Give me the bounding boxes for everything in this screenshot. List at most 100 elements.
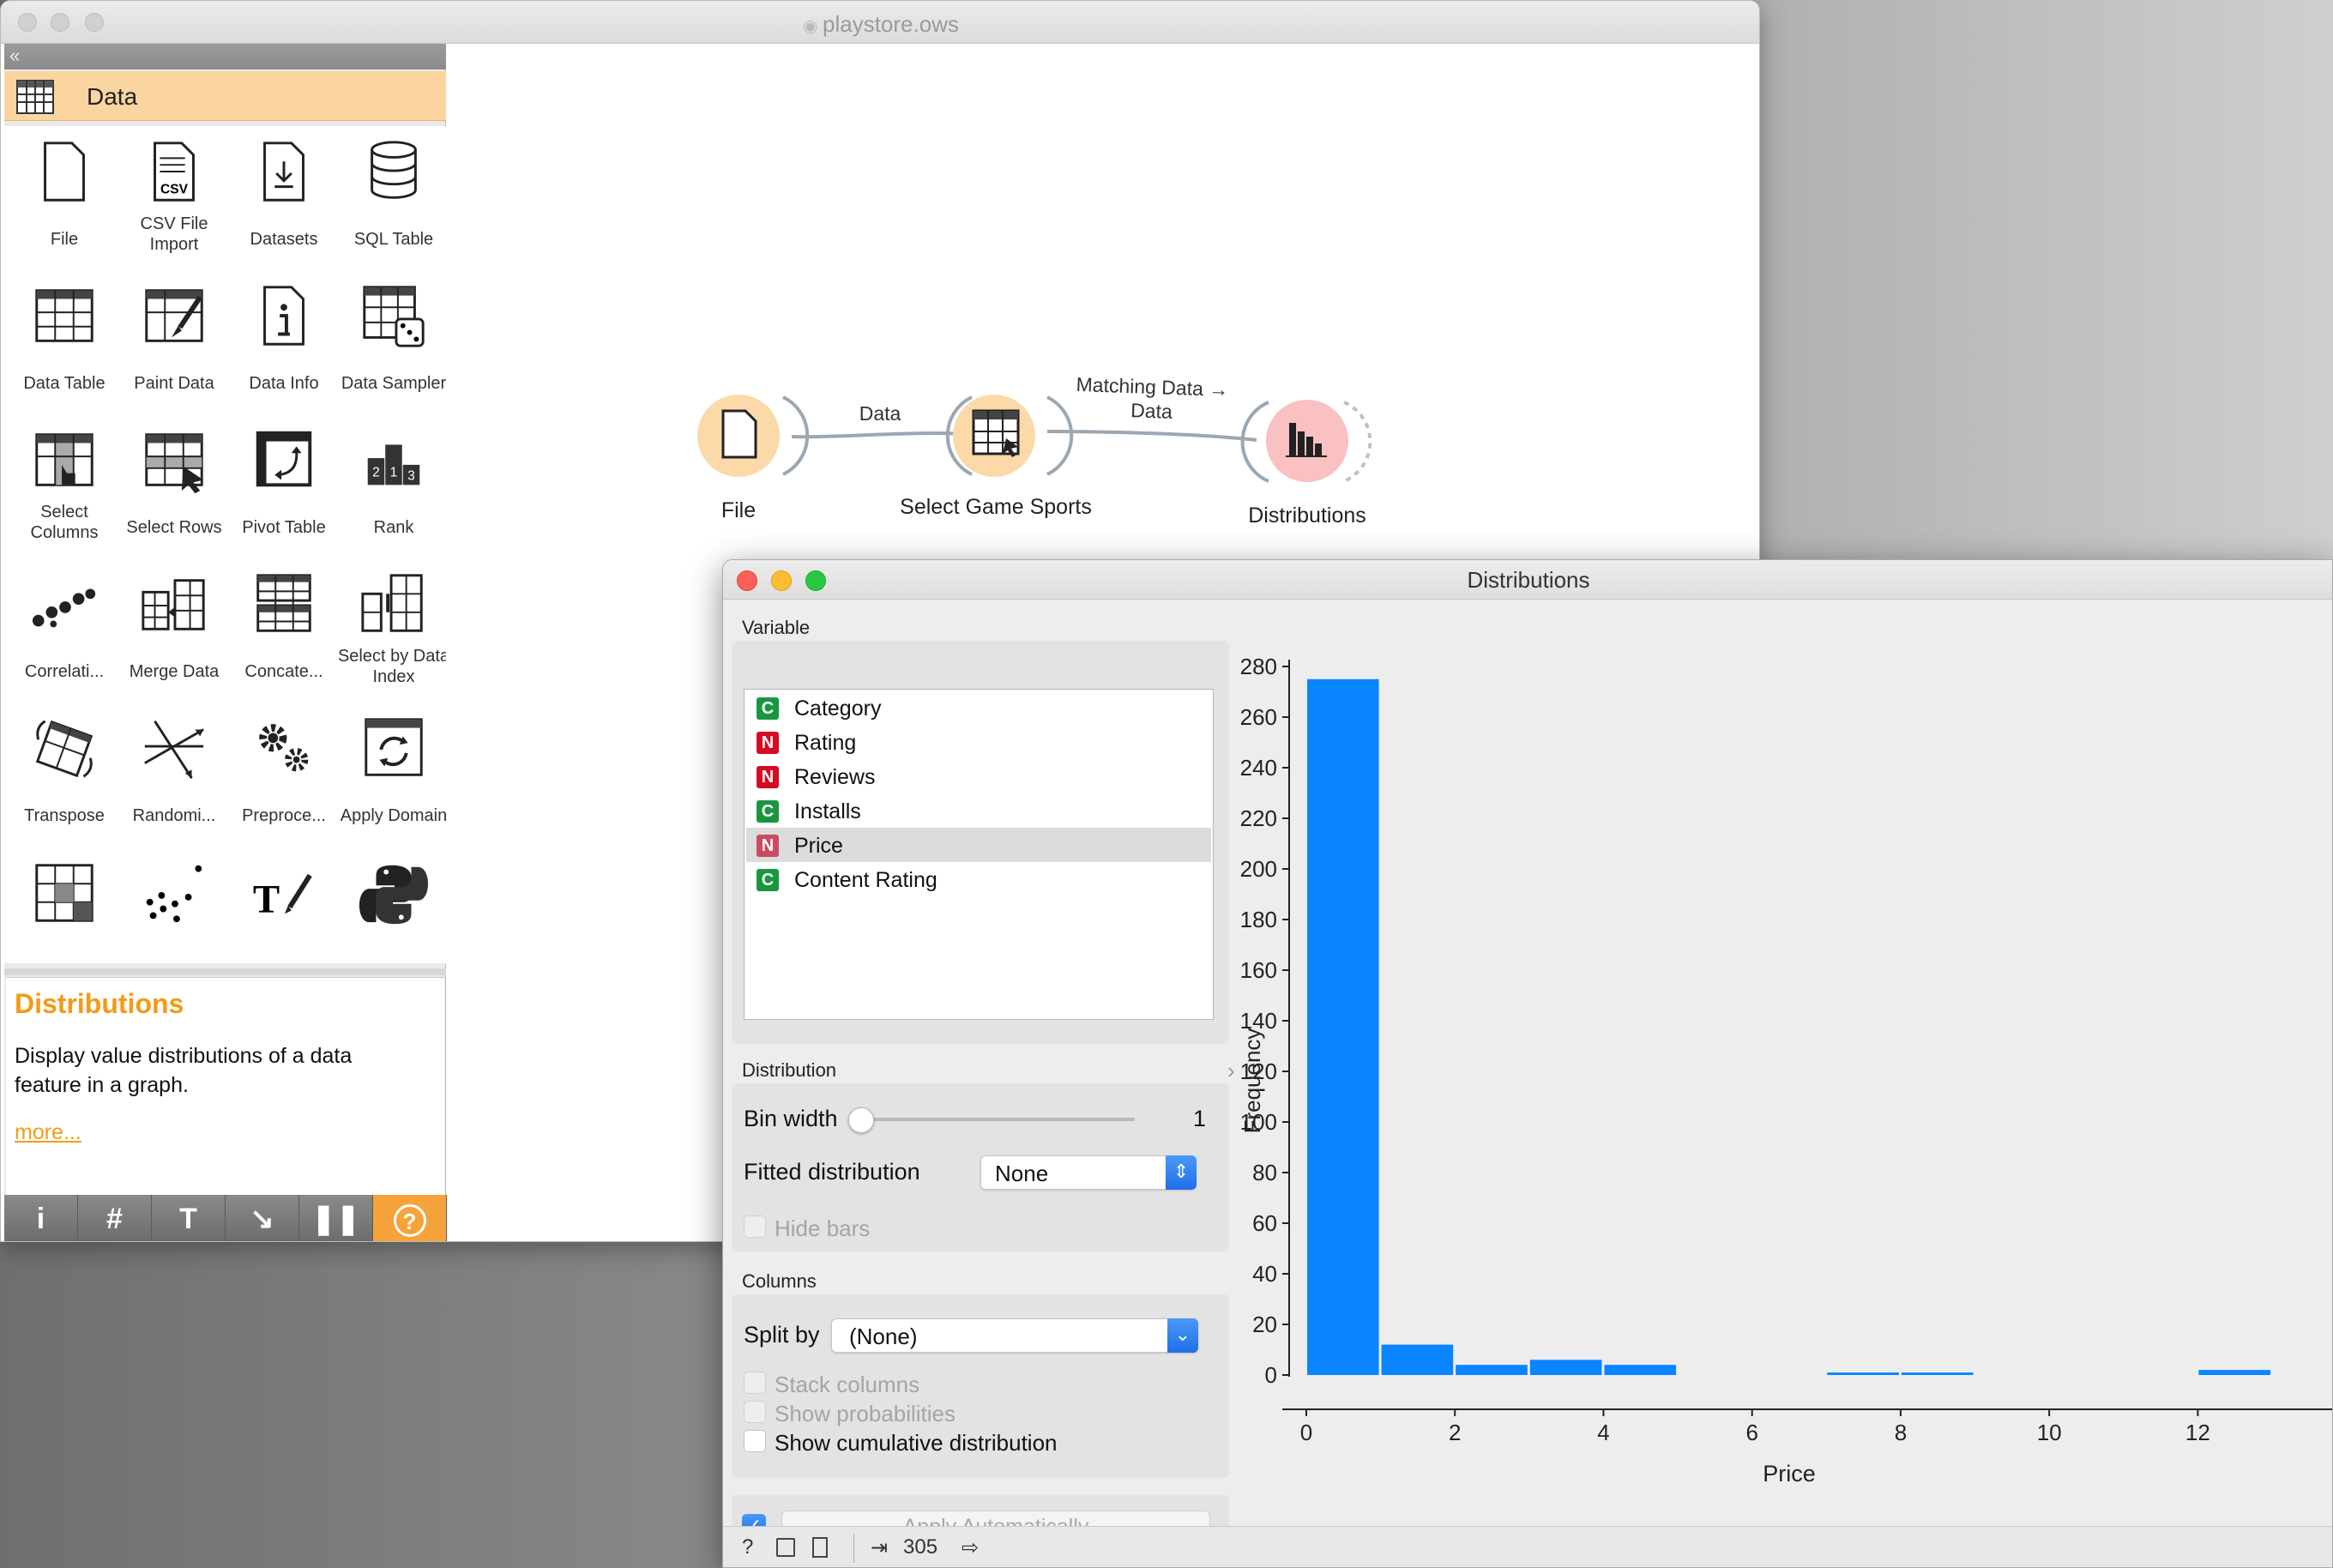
split-by-label: Split by bbox=[744, 1322, 820, 1348]
link-select-distributions[interactable] bbox=[1046, 430, 1257, 442]
category-header-data[interactable]: Data bbox=[4, 71, 446, 121]
toolbox-collapse-button[interactable]: « bbox=[4, 44, 446, 69]
help-button[interactable]: ? bbox=[373, 1195, 447, 1241]
text-annotation-button[interactable]: T bbox=[152, 1195, 226, 1241]
variable-item[interactable]: C Category bbox=[746, 691, 1211, 725]
distribution-plot[interactable]: 0204060801001201401601802002202402602800… bbox=[1238, 600, 2333, 1526]
columns-section-label: Columns bbox=[742, 1270, 817, 1292]
category-label: Data bbox=[87, 83, 138, 110]
table-icon bbox=[35, 289, 93, 342]
help-description: Display value distributions of a data fe… bbox=[15, 1044, 353, 1097]
help-icon[interactable]: ? bbox=[742, 1535, 753, 1559]
link-label-matching-data[interactable]: Matching Data → Data bbox=[1065, 372, 1239, 426]
paint-brush-icon bbox=[145, 289, 203, 342]
splitter[interactable] bbox=[4, 968, 446, 975]
link-file-select[interactable] bbox=[791, 431, 973, 439]
gears-icon bbox=[259, 724, 309, 772]
widget-concate[interactable]: Concate... bbox=[229, 569, 339, 713]
widget-item-22[interactable]: T bbox=[229, 857, 339, 963]
variable-item[interactable]: N Rating bbox=[746, 725, 1211, 759]
widget-data-sampler[interactable]: Data Sampler bbox=[339, 280, 446, 425]
expand-chevron-icon[interactable]: › bbox=[1227, 1058, 1235, 1084]
merge-icon bbox=[142, 579, 205, 630]
widget-datasets[interactable]: Datasets bbox=[229, 136, 339, 280]
x-tick-label: 12 bbox=[2185, 1420, 2210, 1445]
widget-apply-domain[interactable]: Apply Domain bbox=[339, 713, 446, 857]
input-anchor[interactable] bbox=[1240, 401, 1269, 483]
grid-icon bbox=[35, 864, 93, 922]
stack-columns-checkbox[interactable] bbox=[744, 1372, 766, 1394]
help-more-link[interactable]: more... bbox=[15, 1120, 81, 1145]
widget-sql-table[interactable]: SQL Table bbox=[339, 136, 446, 280]
fitted-distribution-label: Fitted distribution bbox=[744, 1159, 920, 1185]
widget-label: Data Table bbox=[23, 374, 105, 393]
widget-select-rows[interactable]: Select Rows bbox=[119, 425, 229, 569]
widget-transpose[interactable]: Transpose bbox=[9, 713, 119, 857]
histogram-bar[interactable] bbox=[1307, 678, 1379, 1375]
widget-data-info[interactable]: Data Info bbox=[229, 280, 339, 425]
show-cumulative-checkbox[interactable] bbox=[744, 1430, 766, 1452]
widget-label: Preproce... bbox=[242, 806, 326, 825]
transpose-icon bbox=[35, 720, 93, 778]
bin-width-slider[interactable] bbox=[852, 1118, 1135, 1121]
database-icon bbox=[371, 141, 417, 199]
bin-width-slider-handle[interactable] bbox=[848, 1107, 874, 1133]
arrow-annotation-button[interactable]: ↘ bbox=[226, 1195, 299, 1241]
variable-item[interactable]: C Content Rating bbox=[746, 862, 1211, 896]
widget-item-21[interactable] bbox=[119, 857, 229, 963]
variable-name: Category bbox=[794, 697, 882, 721]
histogram-bar[interactable] bbox=[2198, 1370, 2270, 1375]
info-button[interactable]: i bbox=[4, 1195, 78, 1241]
widget-data-table[interactable]: Data Table bbox=[9, 280, 119, 425]
variable-item[interactable]: N Reviews bbox=[746, 759, 1211, 793]
widget-paint-data[interactable]: Paint Data bbox=[119, 280, 229, 425]
x-tick-label: 6 bbox=[1745, 1420, 1757, 1445]
histogram-bar[interactable] bbox=[1381, 1344, 1454, 1375]
split-by-combo[interactable]: (None) ⌄ bbox=[831, 1318, 1198, 1353]
widget-select-columns[interactable]: Select Columns bbox=[9, 425, 119, 569]
widget-file[interactable]: File bbox=[9, 136, 119, 280]
widget-csv-file-import[interactable]: CSV CSV File Import bbox=[119, 136, 229, 280]
node-label-file: File bbox=[720, 498, 757, 522]
widget-preproce[interactable]: Preproce... bbox=[229, 713, 339, 857]
report-icon[interactable] bbox=[812, 1537, 828, 1558]
widget-item-23[interactable] bbox=[339, 857, 446, 963]
widget-label: Paint Data bbox=[134, 374, 214, 393]
grid-hash-button[interactable]: # bbox=[78, 1195, 152, 1241]
variable-item[interactable]: N Price bbox=[746, 828, 1211, 862]
output-icon: ⇨ bbox=[962, 1536, 980, 1559]
widget-rank[interactable]: 2 1 3 Rank bbox=[339, 425, 446, 569]
svg-text:T: T bbox=[253, 877, 280, 921]
widget-item-20[interactable] bbox=[9, 857, 119, 963]
histogram-bar[interactable] bbox=[1529, 1360, 1602, 1375]
svg-text:CSV: CSV bbox=[160, 182, 189, 196]
fitted-distribution-combo[interactable]: None ⇕ bbox=[980, 1155, 1197, 1190]
link-label-data[interactable]: Data bbox=[824, 402, 936, 425]
hide-bars-checkbox[interactable] bbox=[744, 1215, 766, 1238]
stack-columns-label: Stack columns bbox=[775, 1372, 920, 1397]
histogram-bar[interactable] bbox=[1901, 1372, 1974, 1375]
save-icon[interactable] bbox=[776, 1538, 795, 1557]
table-icon bbox=[16, 80, 54, 114]
y-tick-label: 260 bbox=[1240, 704, 1277, 730]
widget-label: Concate... bbox=[244, 662, 323, 681]
histogram-bar[interactable] bbox=[1827, 1372, 1899, 1375]
variable-item[interactable]: C Installs bbox=[746, 793, 1211, 828]
widget-select-by-data-index[interactable]: Select by Data Index bbox=[338, 569, 446, 713]
histogram-bar[interactable] bbox=[1456, 1365, 1528, 1375]
widget-pivot-table[interactable]: Pivot Table bbox=[229, 425, 339, 569]
pause-button[interactable]: ❚❚ bbox=[299, 1195, 373, 1241]
y-axis-label: Frequency bbox=[1239, 1028, 1265, 1134]
show-probabilities-checkbox[interactable] bbox=[744, 1401, 766, 1423]
file-icon bbox=[721, 409, 757, 459]
widget-merge-data[interactable]: Merge Data bbox=[119, 569, 229, 713]
window-title: Distributions bbox=[1467, 567, 1590, 593]
widget-correlati[interactable]: Correlati... bbox=[9, 569, 119, 713]
histogram-bar[interactable] bbox=[1604, 1365, 1677, 1375]
widget-randomi[interactable]: Randomi... bbox=[119, 713, 229, 857]
x-tick-label: 4 bbox=[1597, 1420, 1609, 1445]
chevron-down-icon: ⌄ bbox=[1167, 1318, 1198, 1353]
widget-label: Select Columns bbox=[30, 503, 99, 542]
variable-list[interactable]: C Category N Rating N Reviews C Installs N Price C… bbox=[744, 689, 1214, 1020]
widget-toolbox: « Data File CSV CSV File Import Datasets SQL… bbox=[4, 44, 447, 1241]
